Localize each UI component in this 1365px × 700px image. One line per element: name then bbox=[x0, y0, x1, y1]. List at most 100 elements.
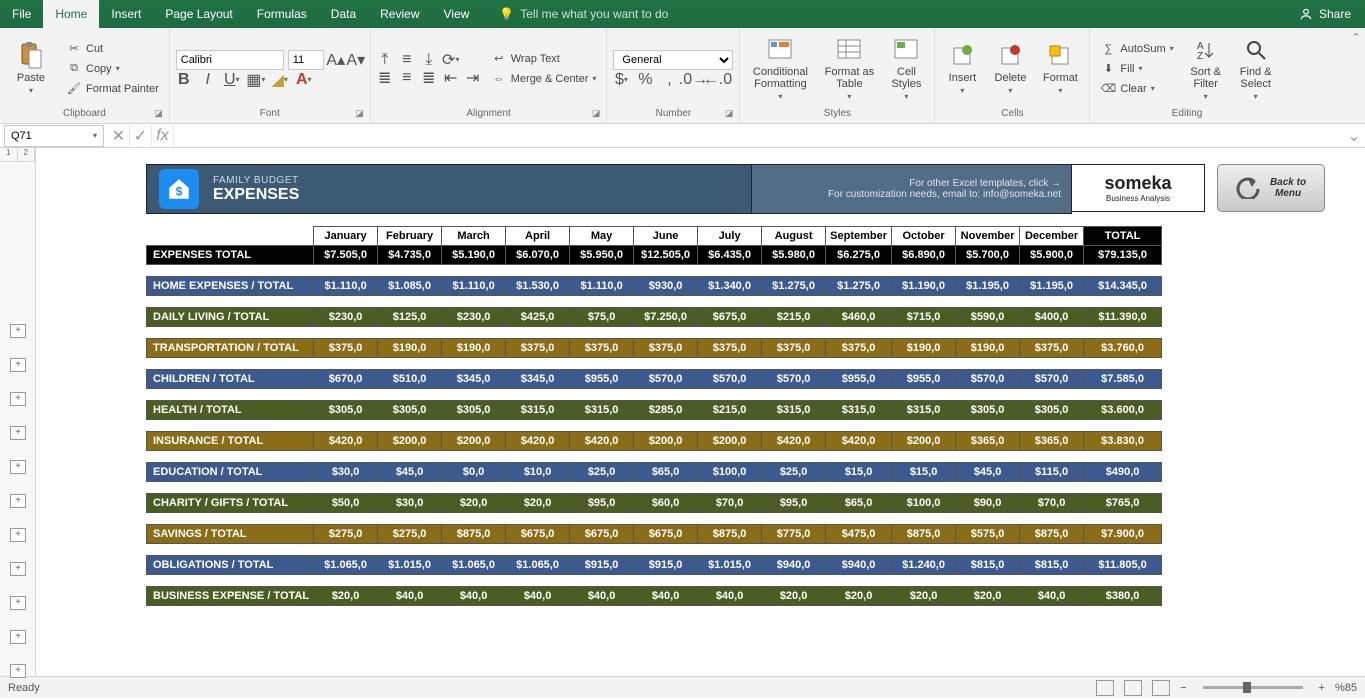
dialog-launcher-icon[interactable]: ◪ bbox=[355, 108, 364, 119]
expand-formula-icon[interactable]: ⌄ bbox=[1343, 125, 1365, 147]
collapse-ribbon-icon[interactable]: ˆ bbox=[1348, 28, 1365, 123]
cell[interactable]: $40,0 bbox=[634, 587, 698, 606]
wrap-text-button[interactable]: ↩Wrap Text bbox=[487, 50, 601, 68]
dialog-launcher-icon[interactable]: ◪ bbox=[154, 108, 163, 119]
cell[interactable]: $400,0 bbox=[1020, 308, 1084, 327]
cell[interactable]: $1.110,0 bbox=[570, 277, 634, 296]
page-layout-view-button[interactable] bbox=[1124, 680, 1142, 696]
outdent-icon[interactable]: ⇤ bbox=[443, 70, 459, 86]
italic-button[interactable]: I bbox=[200, 72, 216, 88]
cell[interactable]: $90,0 bbox=[956, 494, 1020, 513]
underline-button[interactable]: U▾ bbox=[224, 72, 240, 88]
cell[interactable]: $200,0 bbox=[378, 432, 442, 451]
cell[interactable]: $570,0 bbox=[762, 370, 826, 389]
zoom-out-button[interactable]: − bbox=[1180, 682, 1186, 694]
bold-button[interactable]: B bbox=[176, 72, 192, 88]
cell[interactable]: $95,0 bbox=[570, 494, 634, 513]
cell[interactable]: $305,0 bbox=[314, 401, 378, 420]
cell[interactable]: $1.110,0 bbox=[442, 277, 506, 296]
cell[interactable]: $380,0 bbox=[1084, 587, 1162, 606]
cell[interactable]: $4.735,0 bbox=[378, 246, 442, 265]
cell[interactable]: $65,0 bbox=[634, 463, 698, 482]
outline-expand-button[interactable]: + bbox=[10, 426, 26, 440]
cell[interactable]: $570,0 bbox=[1020, 370, 1084, 389]
cancel-icon[interactable]: ✕ bbox=[108, 125, 130, 147]
cell[interactable]: $40,0 bbox=[1020, 587, 1084, 606]
cell[interactable]: $940,0 bbox=[826, 556, 892, 575]
cell[interactable]: $420,0 bbox=[826, 432, 892, 451]
cell[interactable]: $275,0 bbox=[378, 525, 442, 544]
align-left-icon[interactable]: ≣ bbox=[377, 70, 393, 86]
dialog-launcher-icon[interactable]: ◪ bbox=[592, 108, 601, 119]
cell[interactable]: $5.700,0 bbox=[956, 246, 1020, 265]
cell[interactable]: $7.250,0 bbox=[634, 308, 698, 327]
cell[interactable]: $40,0 bbox=[506, 587, 570, 606]
share-button[interactable]: Share bbox=[1285, 0, 1365, 28]
autosum-button[interactable]: ∑AutoSum▾ bbox=[1096, 40, 1177, 58]
cell[interactable]: $775,0 bbox=[762, 525, 826, 544]
orientation-icon[interactable]: ⟳▾ bbox=[443, 52, 459, 68]
cell[interactable]: $95,0 bbox=[762, 494, 826, 513]
cell[interactable]: $1.065,0 bbox=[506, 556, 570, 575]
cell[interactable]: $100,0 bbox=[892, 494, 956, 513]
name-box[interactable]: Q71▾ bbox=[4, 125, 104, 147]
cell[interactable]: $190,0 bbox=[378, 339, 442, 358]
cell[interactable]: $375,0 bbox=[762, 339, 826, 358]
cell[interactable]: $7.900,0 bbox=[1084, 525, 1162, 544]
cell[interactable]: $420,0 bbox=[762, 432, 826, 451]
sort-filter-button[interactable]: AZSort & Filter▾ bbox=[1184, 36, 1228, 101]
cell[interactable]: $915,0 bbox=[634, 556, 698, 575]
cell[interactable]: $1.195,0 bbox=[1020, 277, 1084, 296]
cell[interactable]: $70,0 bbox=[1020, 494, 1084, 513]
cell[interactable]: $475,0 bbox=[826, 525, 892, 544]
cell[interactable]: $200,0 bbox=[892, 432, 956, 451]
cell[interactable]: $1.085,0 bbox=[378, 277, 442, 296]
cell[interactable]: $940,0 bbox=[762, 556, 826, 575]
cell[interactable]: $20,0 bbox=[762, 587, 826, 606]
cell[interactable]: $100,0 bbox=[698, 463, 762, 482]
cell[interactable]: $3.830,0 bbox=[1084, 432, 1162, 451]
cell[interactable]: $40,0 bbox=[378, 587, 442, 606]
cell[interactable]: $200,0 bbox=[442, 432, 506, 451]
cell[interactable]: $1.110,0 bbox=[314, 277, 378, 296]
outline-expand-button[interactable]: + bbox=[10, 324, 26, 338]
format-painter-button[interactable]: 🖌Format Painter bbox=[62, 80, 163, 98]
find-select-button[interactable]: Find & Select▾ bbox=[1234, 36, 1278, 101]
cell[interactable]: $375,0 bbox=[570, 339, 634, 358]
cell[interactable]: $115,0 bbox=[1020, 463, 1084, 482]
cell[interactable]: $375,0 bbox=[634, 339, 698, 358]
cell[interactable]: $7.585,0 bbox=[1084, 370, 1162, 389]
cut-button[interactable]: ✂Cut bbox=[62, 40, 163, 58]
cell[interactable]: $10,0 bbox=[506, 463, 570, 482]
cell[interactable]: $675,0 bbox=[698, 308, 762, 327]
cell[interactable]: $0,0 bbox=[442, 463, 506, 482]
align-right-icon[interactable]: ≣ bbox=[421, 70, 437, 86]
cell[interactable]: $40,0 bbox=[698, 587, 762, 606]
cell[interactable]: $1.275,0 bbox=[762, 277, 826, 296]
cell[interactable]: $315,0 bbox=[506, 401, 570, 420]
cell[interactable]: $420,0 bbox=[314, 432, 378, 451]
outline-expand-button[interactable]: + bbox=[10, 358, 26, 372]
cell[interactable]: $765,0 bbox=[1084, 494, 1162, 513]
cell[interactable]: $675,0 bbox=[634, 525, 698, 544]
outline-expand-button[interactable]: + bbox=[10, 460, 26, 474]
cell[interactable]: $3.600,0 bbox=[1084, 401, 1162, 420]
cell[interactable]: $190,0 bbox=[442, 339, 506, 358]
someka-logo[interactable]: someka Business Analysis bbox=[1071, 164, 1205, 212]
cell[interactable]: $930,0 bbox=[634, 277, 698, 296]
cell[interactable]: $45,0 bbox=[956, 463, 1020, 482]
cell[interactable]: $75,0 bbox=[570, 308, 634, 327]
cell[interactable]: $1.065,0 bbox=[314, 556, 378, 575]
tab-data[interactable]: Data bbox=[319, 0, 368, 28]
font-name-select[interactable] bbox=[176, 50, 284, 70]
cell[interactable]: $305,0 bbox=[442, 401, 506, 420]
dialog-launcher-icon[interactable]: ◪ bbox=[725, 108, 734, 119]
font-color-button[interactable]: A▾ bbox=[296, 72, 312, 88]
cell[interactable]: $460,0 bbox=[826, 308, 892, 327]
cell[interactable]: $20,0 bbox=[506, 494, 570, 513]
cell[interactable]: $20,0 bbox=[892, 587, 956, 606]
cell[interactable]: $5.950,0 bbox=[570, 246, 634, 265]
cell[interactable]: $1.240,0 bbox=[892, 556, 956, 575]
back-to-menu-button[interactable]: Back to Menu bbox=[1217, 164, 1325, 212]
zoom-level[interactable]: %85 bbox=[1335, 682, 1357, 694]
